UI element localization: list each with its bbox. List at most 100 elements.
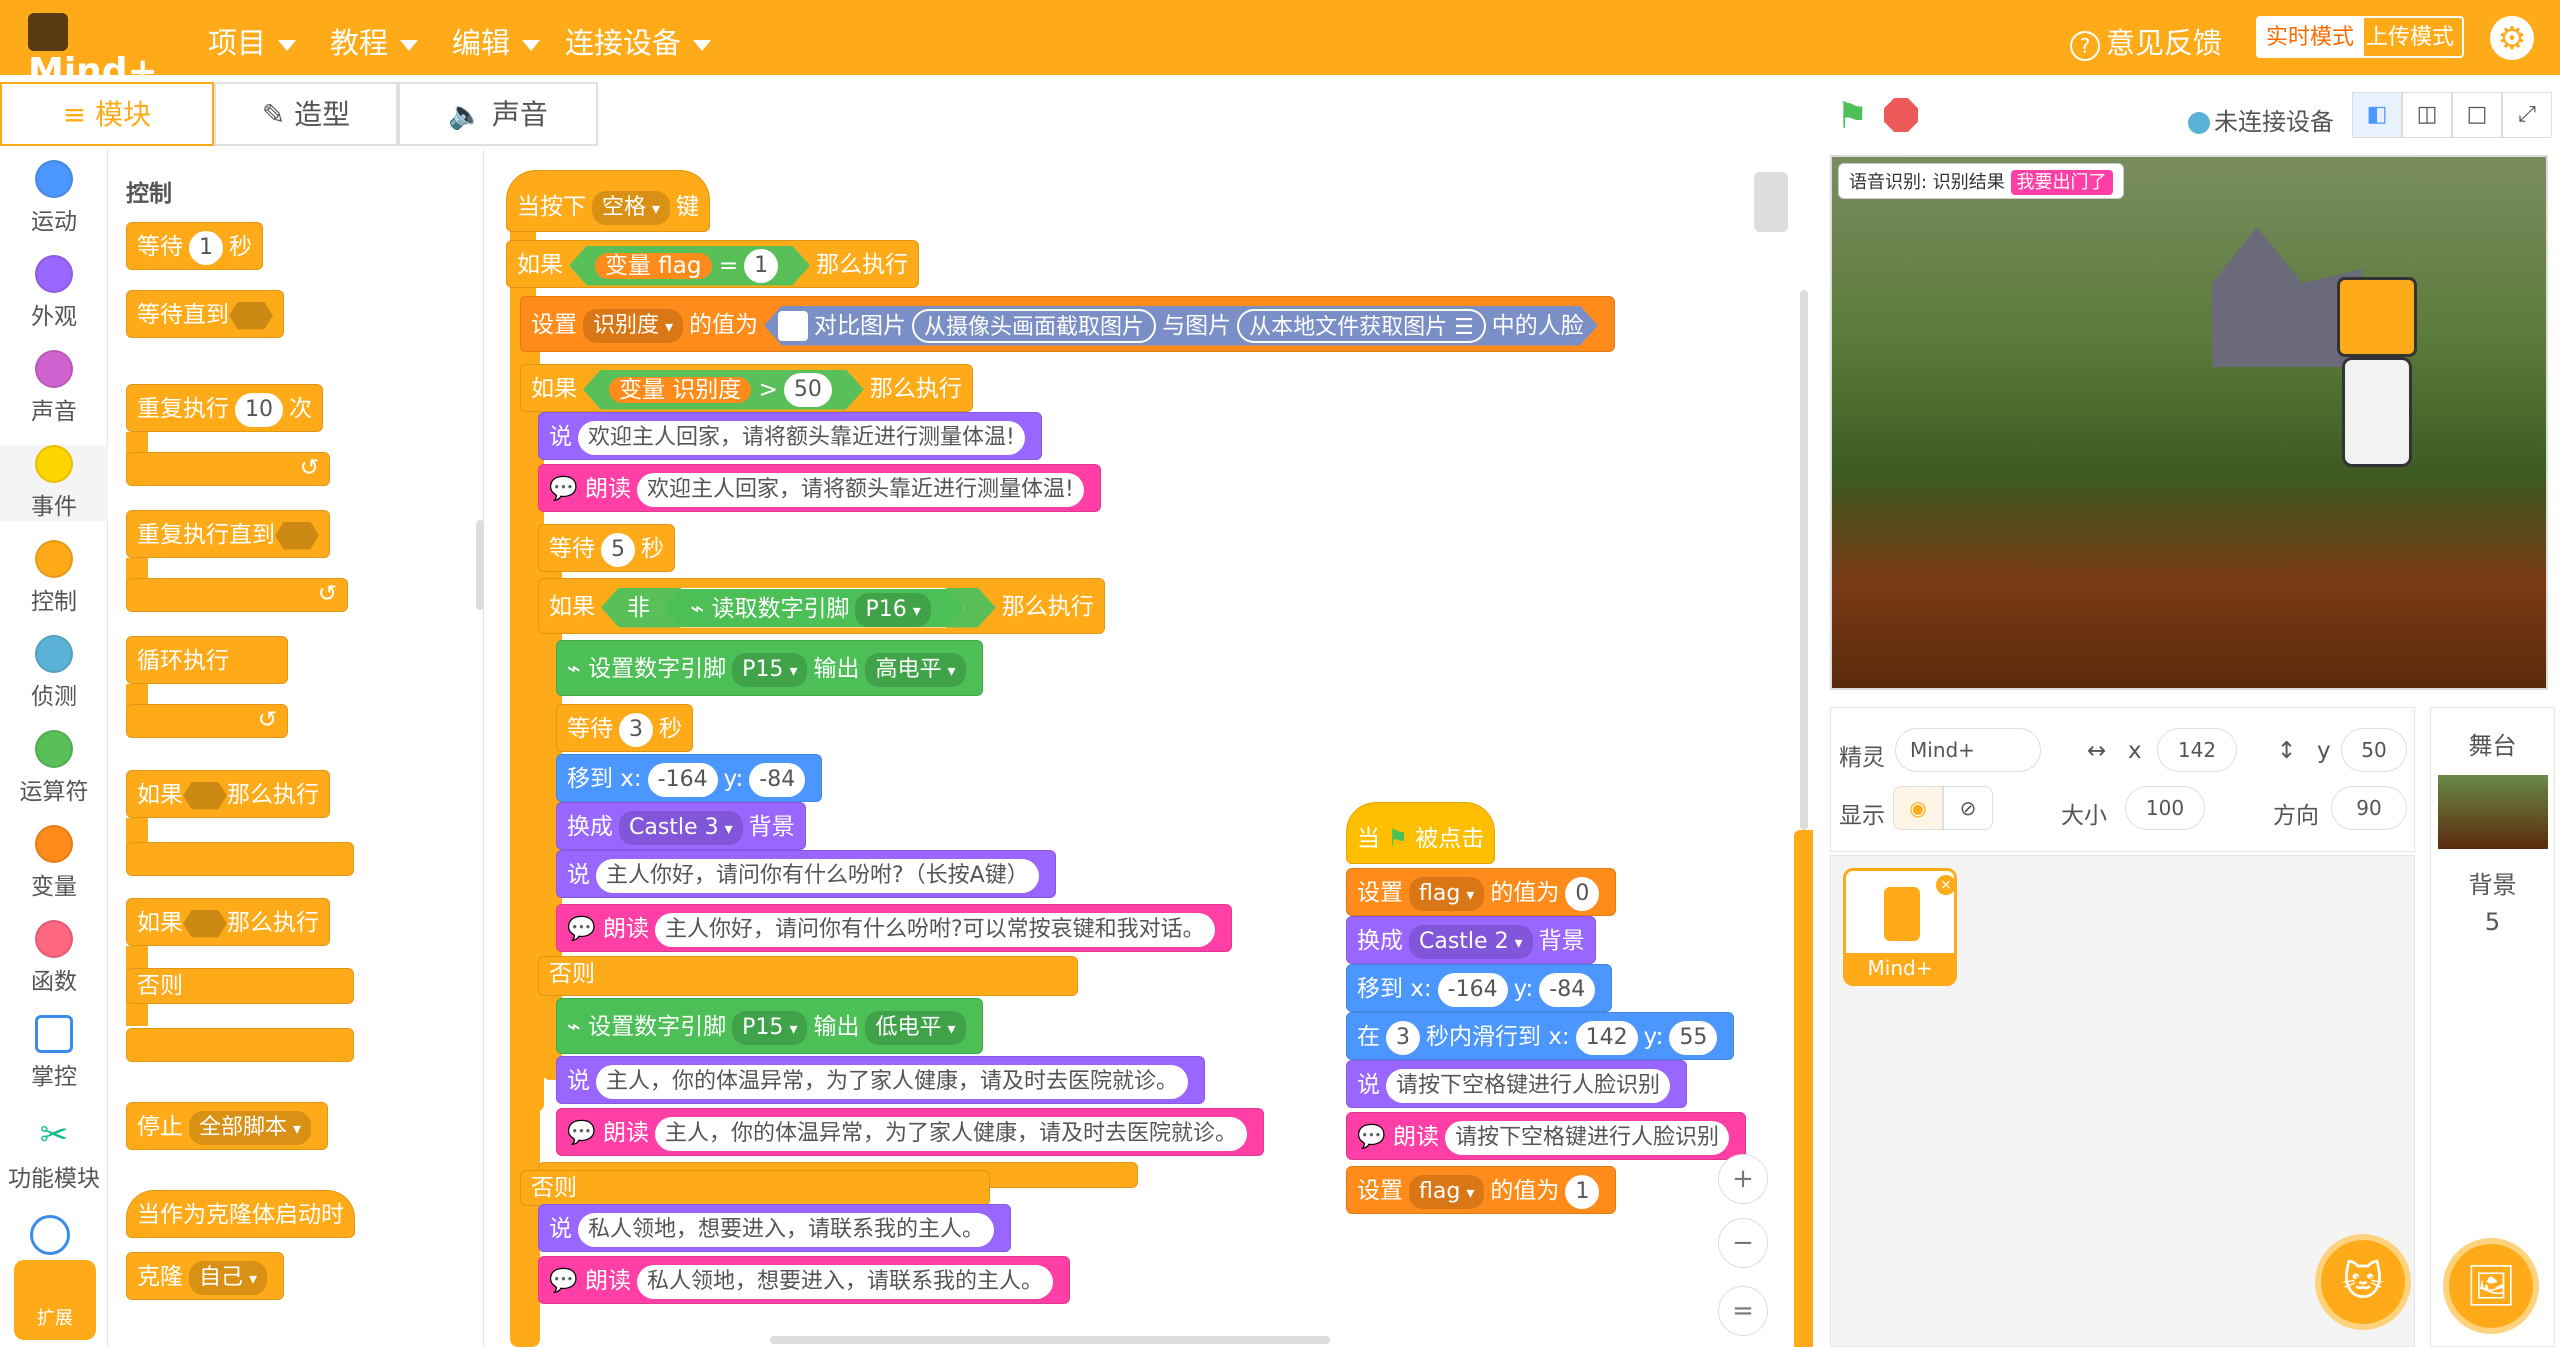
size-label: 大小 bbox=[2061, 803, 2107, 829]
switch-backdrop-3-block[interactable]: 换成Castle 3背景 bbox=[556, 802, 806, 850]
palette-if-else-block[interactable]: 如果 那么执行 bbox=[126, 898, 330, 946]
tts-greeting-block[interactable]: 💬 朗读 主人你好，请问你有什么吩咐?可以常按哀键和我对话。 bbox=[556, 904, 1232, 952]
tts-welcome-block[interactable]: 💬 朗读 欢迎主人回家，请将额头靠近进行测量体温! bbox=[538, 464, 1101, 512]
y-input[interactable]: 50 bbox=[2341, 728, 2407, 772]
set-digital-low-block[interactable]: ⌁ 设置数字引脚P15输出低电平 bbox=[556, 998, 983, 1054]
category-variables[interactable]: 变量 bbox=[0, 825, 108, 901]
set-flag-0-block[interactable]: 设置flag的值为0 bbox=[1346, 868, 1617, 916]
settings-gear-icon[interactable]: ⚙ bbox=[2490, 16, 2534, 60]
offscreen-script[interactable] bbox=[1794, 830, 1813, 1347]
tts-press-space-block[interactable]: 💬 朗读 请按下空格键进行人脸识别 bbox=[1346, 1112, 1746, 1160]
globe-icon[interactable] bbox=[30, 1215, 70, 1255]
palette-if-block[interactable]: 如果 那么执行 bbox=[126, 770, 330, 818]
palette-stop-block[interactable]: 停止 全部脚本 bbox=[126, 1102, 329, 1150]
green-flag-icon[interactable]: ⚑ bbox=[1836, 96, 1868, 137]
category-sensing[interactable]: 侦测 bbox=[0, 635, 108, 711]
when-key-pressed-hat[interactable]: 当按下空格键 bbox=[506, 170, 711, 232]
add-backdrop-button[interactable]: 🖼 bbox=[2443, 1238, 2539, 1334]
status-dot-icon bbox=[2188, 112, 2210, 134]
palette-repeat-block[interactable]: 重复执行 10 次 bbox=[126, 384, 323, 432]
category-looks[interactable]: 外观 bbox=[0, 255, 108, 331]
normal-stage-icon[interactable]: ◫ bbox=[2402, 92, 2452, 138]
palette-repeat-until-block[interactable]: 重复执行直到 bbox=[126, 510, 330, 558]
blocks-icon: ≡ bbox=[62, 98, 96, 131]
tab-sounds[interactable]: 🔈 声音 bbox=[398, 82, 598, 146]
sprite-thumb-mindplus[interactable]: × Mind+ bbox=[1843, 868, 1957, 986]
zoom-in-icon[interactable]: + bbox=[1718, 1154, 1768, 1204]
else-label-outer: 否则 bbox=[520, 1170, 990, 1206]
palette-clone-block[interactable]: 克隆 自己 bbox=[126, 1252, 285, 1300]
menu-edit[interactable]: 编辑 bbox=[452, 20, 541, 62]
workspace-vscroll[interactable] bbox=[1800, 290, 1808, 830]
menu-connect-device[interactable]: 连接设备 bbox=[565, 20, 712, 62]
delete-sprite-icon[interactable]: × bbox=[1936, 875, 1956, 895]
wait-5-block[interactable]: 等待 5 秒 bbox=[538, 524, 675, 572]
hide-eye-icon[interactable]: ⊘ bbox=[1943, 786, 1993, 830]
move-to-xy-block[interactable]: 移到 x: -164 y: -84 bbox=[556, 754, 823, 802]
zoom-reset-icon[interactable]: = bbox=[1718, 1286, 1768, 1336]
x-input[interactable]: 142 bbox=[2157, 728, 2237, 772]
set-recognition-block[interactable]: 设置识别度的值为对比图片从摄像头画面截取图片与图片从本地文件获取图片 ☰中的人脸 bbox=[520, 296, 1615, 352]
set-digital-high-block[interactable]: ⌁ 设置数字引脚P15输出高电平 bbox=[556, 640, 983, 696]
palette-wait-until-block[interactable]: 等待直到 bbox=[126, 290, 284, 338]
category-motion[interactable]: 运动 bbox=[0, 160, 108, 236]
category-operators[interactable]: 运算符 bbox=[0, 730, 108, 806]
live-mode-button[interactable]: 实时模式 bbox=[2256, 16, 2365, 58]
tab-costumes[interactable]: ✎ 造型 bbox=[214, 82, 398, 146]
small-stage-icon[interactable]: ◧ bbox=[2352, 92, 2402, 138]
direction-input[interactable]: 90 bbox=[2331, 786, 2407, 830]
upload-mode-button[interactable]: 上传模式 bbox=[2356, 16, 2465, 58]
say-press-space-block[interactable]: 说请按下空格键进行人脸识别 bbox=[1346, 1060, 1688, 1108]
tts-temp-warning-block[interactable]: 💬 朗读 主人，你的体温异常，为了家人健康，请及时去医院就诊。 bbox=[556, 1108, 1264, 1156]
x-arrows-icon: ↔ bbox=[2087, 738, 2107, 764]
menu-tutorial[interactable]: 教程 bbox=[330, 20, 419, 62]
stage-canvas[interactable]: 语音识别: 识别结果 我要出门了 bbox=[1830, 155, 2548, 690]
speech-bubble-icon: 💬 bbox=[549, 1268, 585, 1294]
robot-body bbox=[2342, 357, 2412, 467]
say-temp-warning-block[interactable]: 说主人，你的体温异常，为了家人健康，请及时去医院就诊。 bbox=[556, 1056, 1206, 1104]
category-functions[interactable]: 函数 bbox=[0, 920, 108, 996]
menu-project[interactable]: 项目 bbox=[208, 20, 297, 62]
category-mpython[interactable]: 掌控 bbox=[0, 1015, 108, 1091]
say-welcome-block[interactable]: 说欢迎主人回家，请将额头靠近进行测量体温! bbox=[538, 412, 1042, 460]
glide-to-xy-block[interactable]: 在 3 秒内滑行到 x: 142 y: 55 bbox=[1346, 1012, 1735, 1060]
palette-scrollbar[interactable] bbox=[476, 520, 484, 610]
size-input[interactable]: 100 bbox=[2125, 786, 2205, 830]
fullscreen-icon[interactable]: ⤢ bbox=[2502, 92, 2552, 138]
if-recognition-block[interactable]: 如果 变量 识别度 >50 那么执行 bbox=[520, 364, 973, 412]
zoom-out-icon[interactable]: − bbox=[1718, 1218, 1768, 1268]
category-events[interactable]: 事件 bbox=[0, 445, 108, 521]
help-icon: ? bbox=[2070, 31, 2100, 61]
palette-forever-block[interactable]: 循环执行 bbox=[126, 636, 288, 684]
tts-private-block[interactable]: 💬 朗读 私人领地，想要进入，请联系我的主人。 bbox=[538, 1256, 1070, 1304]
sprite-name-input[interactable]: Mind+ bbox=[1895, 728, 2041, 772]
when-flag-clicked-hat[interactable]: 当 ⚑ 被点击 bbox=[1346, 802, 1496, 864]
loop-arrow-icon: ↺ bbox=[299, 455, 319, 481]
category-control[interactable]: 控制 bbox=[0, 540, 108, 616]
palette-wait-block[interactable]: 等待 1 秒 bbox=[126, 222, 263, 270]
mindplus-logo[interactable]: Mind+ bbox=[28, 10, 178, 92]
add-sprite-button[interactable]: 🐱 bbox=[2315, 1234, 2411, 1330]
if-not-digital-block[interactable]: 如果非 ⌁ 读取数字引脚P16那么执行 bbox=[538, 578, 1105, 634]
switch-backdrop-2-block[interactable]: 换成Castle 2背景 bbox=[1346, 916, 1596, 964]
mindplus-robot-sprite[interactable] bbox=[2337, 277, 2417, 357]
say-greeting-block[interactable]: 说主人你好，请问你有什么吩咐?（长按A键） bbox=[556, 850, 1056, 898]
palette-clone-start-block[interactable]: 当作为克隆体启动时 bbox=[126, 1190, 355, 1238]
workspace-hscroll[interactable] bbox=[770, 1336, 1330, 1344]
move-to-xy-block-2[interactable]: 移到 x: -164 y: -84 bbox=[1346, 964, 1613, 1012]
if-flag-block[interactable]: 如果 变量 flag = 1 那么执行 bbox=[506, 240, 920, 288]
say-private-block[interactable]: 说私人领地，想要进入，请联系我的主人。 bbox=[538, 1204, 1012, 1252]
wait-3-block[interactable]: 等待 3 秒 bbox=[556, 704, 693, 752]
feedback-button[interactable]: ? 意见反馈 bbox=[2070, 20, 2222, 62]
face-compare-reporter[interactable]: 对比图片 从摄像头画面截取图片 与图片 从本地文件获取图片 ☰ 中的人脸 bbox=[764, 306, 1598, 346]
extensions-button[interactable]: 扩展 bbox=[14, 1260, 96, 1340]
set-flag-1-block[interactable]: 设置flag的值为1 bbox=[1346, 1166, 1617, 1214]
tab-blocks[interactable]: ≡ 模块 bbox=[0, 82, 214, 146]
code-workspace[interactable]: 当按下空格键 如果变量 flag =1那么执行 设置识别度的值为对比图片从摄像头… bbox=[490, 150, 1813, 1347]
backdrop-thumb[interactable] bbox=[2437, 775, 2548, 849]
show-eye-icon[interactable]: ◉ bbox=[1893, 786, 1943, 830]
category-sound[interactable]: 声音 bbox=[0, 350, 108, 426]
category-function-modules[interactable]: ✂ 功能模块 bbox=[0, 1115, 108, 1193]
stop-sign-icon[interactable] bbox=[1884, 98, 1918, 132]
large-stage-icon[interactable]: □ bbox=[2452, 92, 2502, 138]
